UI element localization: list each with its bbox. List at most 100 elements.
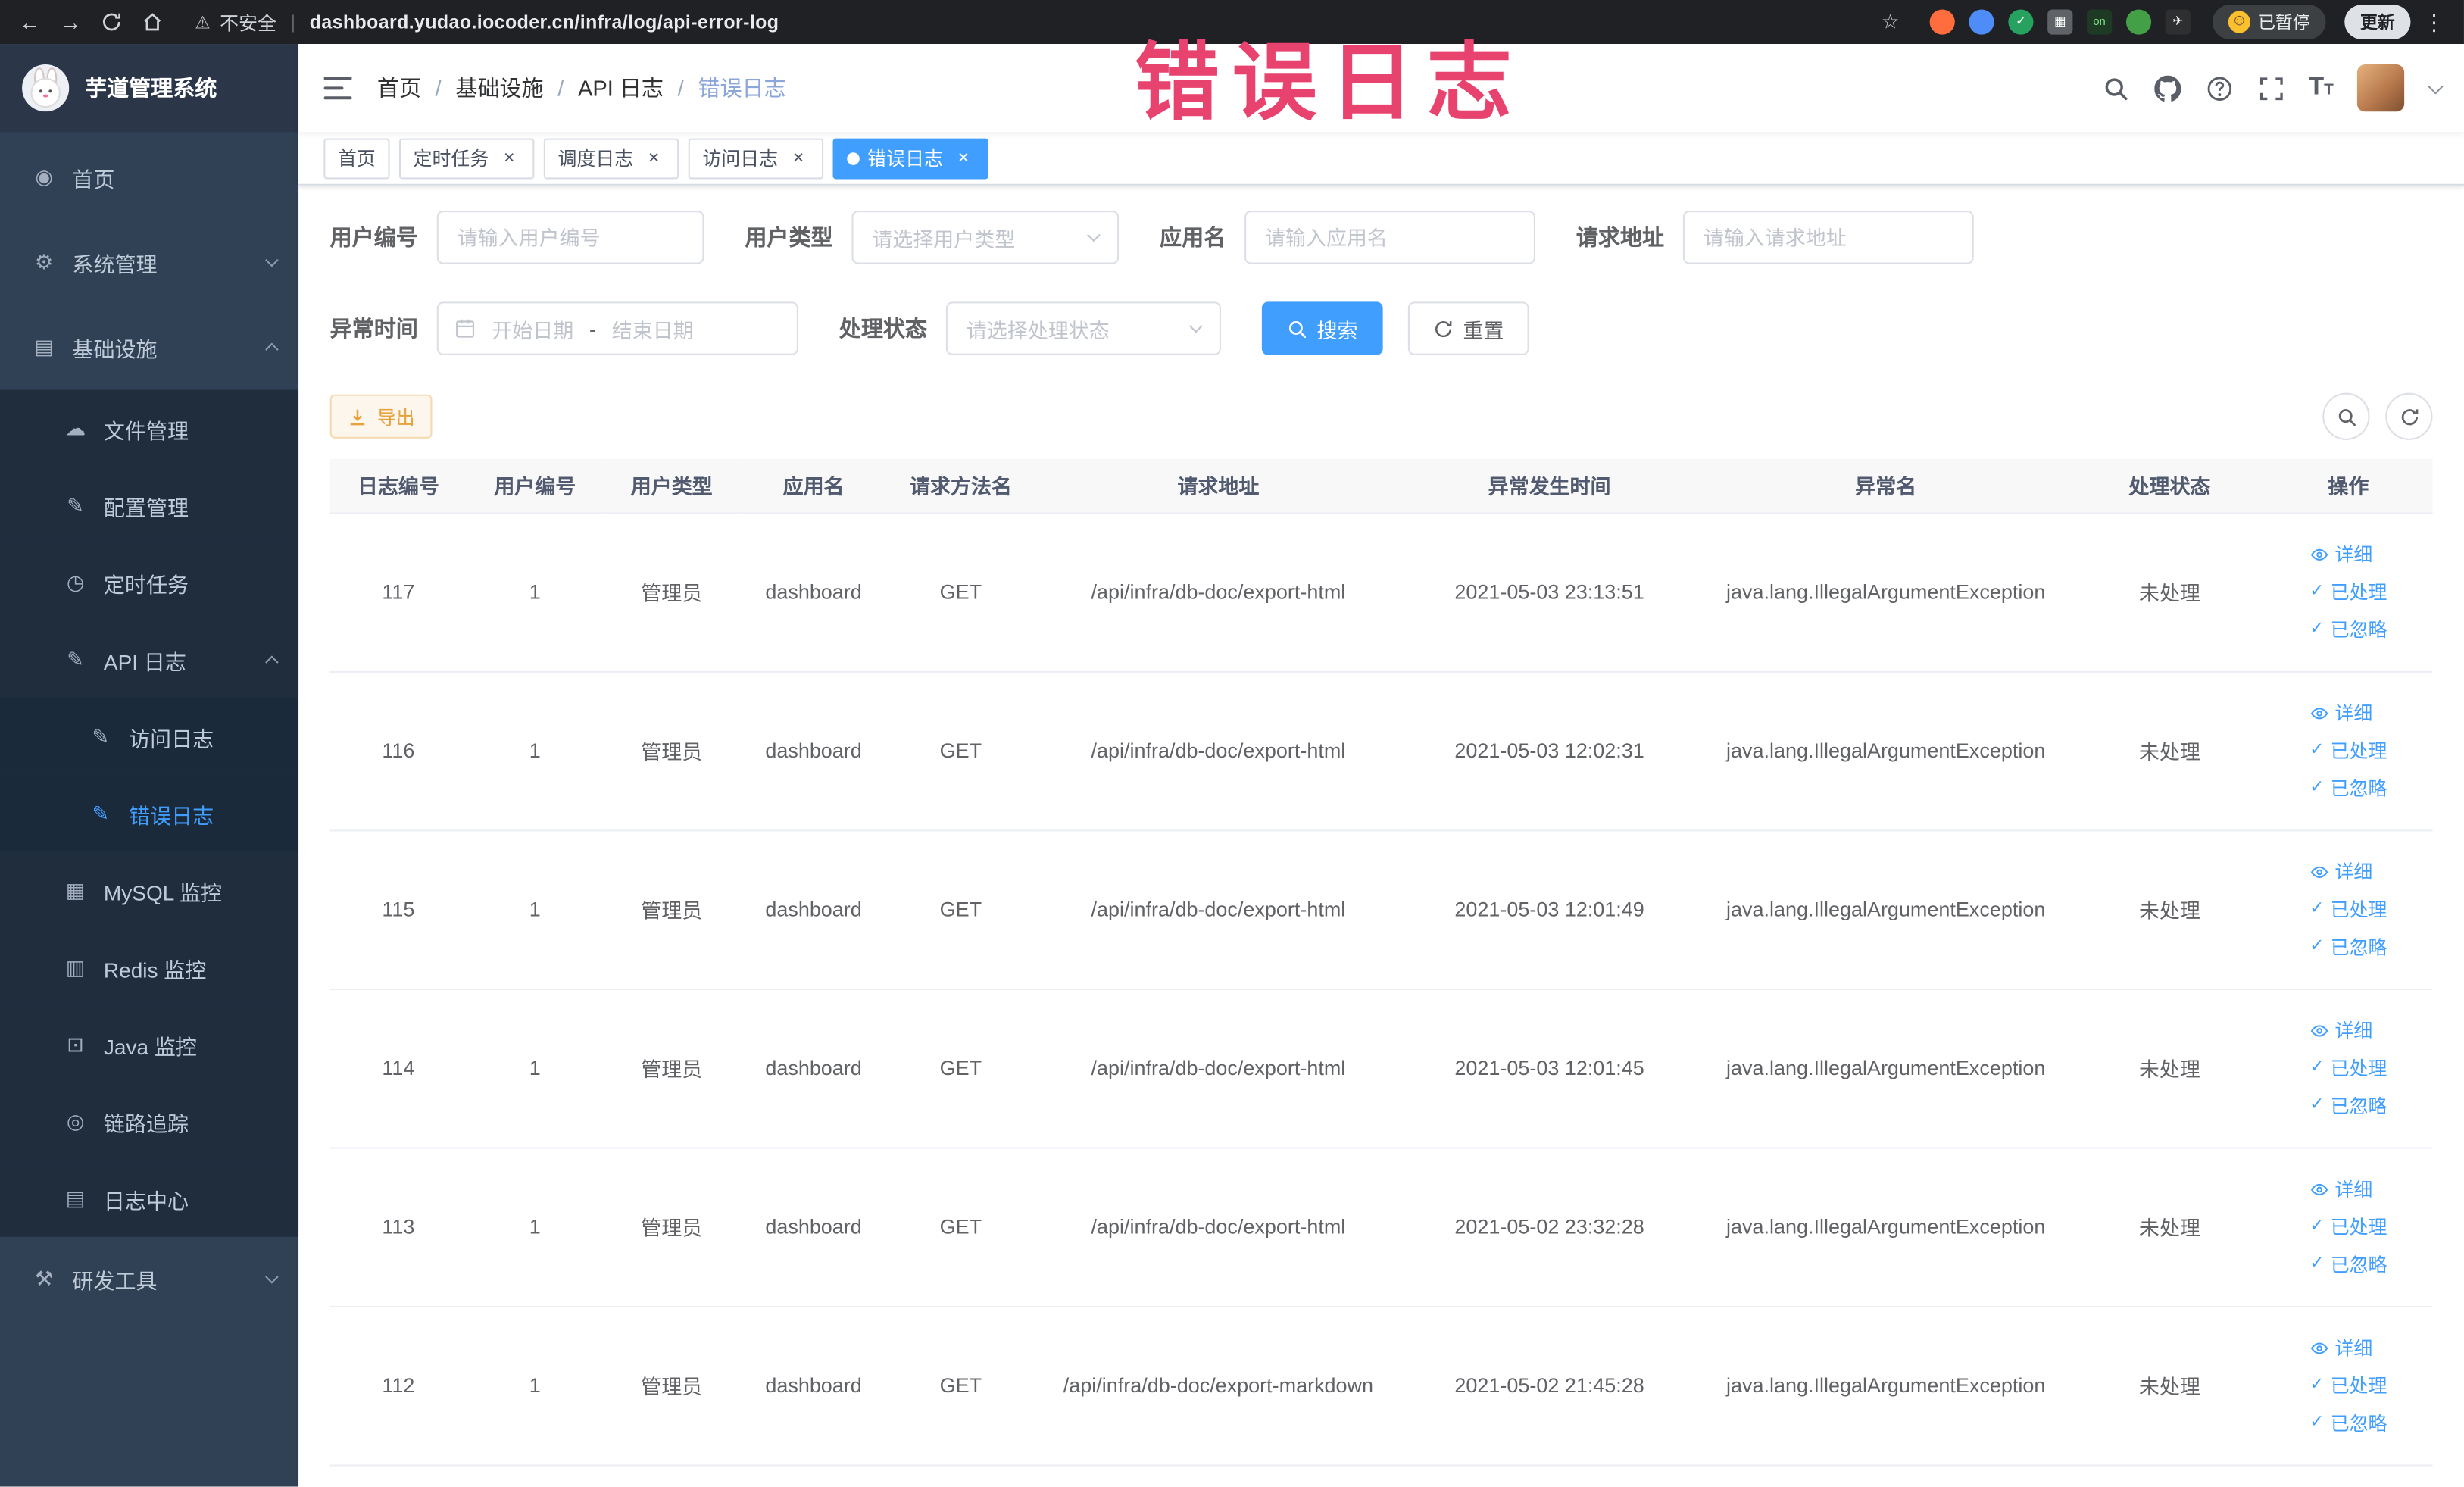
mark-ignored-link[interactable]: ✓ 已忽略 <box>2309 775 2387 801</box>
app-name-cell: dashboard <box>739 670 888 831</box>
browser-menu-icon[interactable]: ⋮ <box>2417 5 2452 39</box>
request-url-cell: /api/infra/db-doc/export-markdown <box>1034 1305 1403 1466</box>
actions-cell: 详细 ✓ 已处理 ✓ 已忽略 <box>2264 670 2433 831</box>
exception-time-label: 异常时间 <box>329 315 418 342</box>
sidebar-item-java-monitor[interactable]: ⊡ Java 监控 <box>0 1005 299 1083</box>
stack-icon: ▥ <box>65 954 86 979</box>
help-icon[interactable] <box>2205 74 2233 102</box>
fullscreen-icon[interactable] <box>2256 74 2284 102</box>
sidebar-item-system[interactable]: ⚙ 系统管理 <box>0 220 298 305</box>
reload-button[interactable] <box>94 5 129 39</box>
mark-ignored-link[interactable]: ✓ 已忽略 <box>2309 933 2387 960</box>
forward-button[interactable]: → <box>54 5 89 39</box>
bookmark-star-icon[interactable]: ☆ <box>1873 5 1908 39</box>
toggle-search-button[interactable] <box>2322 392 2370 440</box>
extension-green-check-icon[interactable]: ✓ <box>2008 9 2034 35</box>
app-logo[interactable]: 芋道管理系统 <box>0 44 299 133</box>
mark-processed-link[interactable]: ✓ 已处理 <box>2309 1214 2387 1240</box>
detail-link[interactable]: 详细 <box>2309 699 2372 726</box>
home-button[interactable] <box>135 5 170 39</box>
actions-cell: 详细 ✓ 已处理 ✓ 已忽略 <box>2264 1305 2433 1466</box>
process-status-select[interactable]: 请选择处理状态 <box>945 301 1221 355</box>
extension-leaf-icon[interactable] <box>2125 9 2152 35</box>
mark-processed-link[interactable]: ✓ 已处理 <box>2309 578 2387 604</box>
warning-icon: ⚠ <box>195 13 211 33</box>
chevron-up-icon <box>265 654 279 669</box>
exception-time-range[interactable]: 开始日期 - 结束日期 <box>436 301 798 355</box>
sidebar-item-file-manage[interactable]: ☁ 文件管理 <box>0 389 299 467</box>
sidebar-toggle-icon[interactable] <box>323 76 352 101</box>
close-icon[interactable]: × <box>952 146 974 169</box>
export-button[interactable]: 导出 <box>329 394 433 439</box>
extension-blue-drop-icon[interactable] <box>1969 9 1994 35</box>
calendar-icon <box>454 317 476 339</box>
detail-link[interactable]: 详细 <box>2309 1176 2372 1202</box>
sidebar-item-mysql-monitor[interactable]: ▦ MySQL 监控 <box>0 851 299 929</box>
refresh-button[interactable] <box>2385 392 2433 440</box>
font-size-icon[interactable]: TT <box>2309 74 2334 102</box>
sidebar-item-access-log[interactable]: ✎ 访问日志 <box>0 698 299 775</box>
mark-processed-link[interactable]: ✓ 已处理 <box>2309 1372 2387 1398</box>
sidebar-item-log-center[interactable]: ▤ 日志中心 <box>0 1160 299 1237</box>
user-id-input[interactable] <box>436 210 704 264</box>
profile-paused-badge[interactable]: ☺ 已暂停 <box>2213 5 2326 39</box>
mark-processed-link[interactable]: ✓ 已处理 <box>2309 896 2387 923</box>
update-button[interactable]: 更新 <box>2344 5 2411 39</box>
user-avatar[interactable] <box>2356 64 2405 112</box>
extension-plane-icon[interactable]: ✈ <box>2165 9 2191 35</box>
breadcrumb-item[interactable]: API 日志 <box>578 72 664 103</box>
breadcrumb-item: 错误日志 <box>698 75 786 101</box>
detail-link[interactable]: 详细 <box>2309 858 2372 885</box>
tab-item-4[interactable]: 错误日志 × <box>832 137 989 179</box>
mark-processed-link[interactable]: ✓ 已处理 <box>2309 737 2387 764</box>
sidebar-item-label: 研发工具 <box>72 1270 158 1294</box>
eye-icon <box>2309 1179 2328 1198</box>
extension-on-badge-icon[interactable]: on <box>2087 9 2113 35</box>
mark-ignored-link[interactable]: ✓ 已忽略 <box>2309 1251 2387 1277</box>
hammer-icon: ⚒ <box>34 1267 54 1291</box>
table-body: 117 1 管理员 dashboard GET/api/infra/db-doc/exp… <box>329 512 2433 1466</box>
app-name-input[interactable] <box>1244 210 1535 264</box>
search-button[interactable]: 搜索 <box>1261 301 1383 355</box>
app-name-cell: dashboard <box>739 512 888 672</box>
extension-apps-grid-icon[interactable]: ▦ <box>2047 9 2073 35</box>
sidebar-item-infra[interactable]: ▤ 基础设施 <box>0 305 298 389</box>
column-header: 异常发生时间 <box>1402 458 1697 514</box>
sidebar-item-home[interactable]: ◉ 首页 <box>0 135 298 220</box>
sidebar-item-trace[interactable]: ◎ 链路追踪 <box>0 1082 299 1161</box>
address-bar[interactable]: ⚠ 不安全 | dashboard.yudao.iocoder.cn/infra… <box>176 8 1866 35</box>
close-icon[interactable]: × <box>643 146 665 169</box>
sidebar-item-api-log[interactable]: ✎ API 日志 <box>0 620 299 698</box>
sidebar-item-error-log[interactable]: ✎ 错误日志 <box>0 774 299 852</box>
chevron-down-icon[interactable] <box>2428 77 2444 94</box>
mark-ignored-link[interactable]: ✓ 已忽略 <box>2309 1410 2387 1436</box>
sidebar-item-config-manage[interactable]: ✎ 配置管理 <box>0 467 299 544</box>
sidebar-item-dev-tools[interactable]: ⚒ 研发工具 <box>0 1237 298 1322</box>
tab-item-1[interactable]: 定时任务 × <box>398 137 535 179</box>
breadcrumb-item[interactable]: 基础设施 <box>455 72 543 103</box>
tab-item-2[interactable]: 调度日志 × <box>543 137 679 179</box>
user-type-select[interactable]: 请选择用户类型 <box>851 210 1120 264</box>
breadcrumb-item[interactable]: 首页 <box>377 72 421 103</box>
detail-link[interactable]: 详细 <box>2309 1017 2372 1043</box>
extension-orange-icon[interactable] <box>1929 9 1955 35</box>
tab-item-0[interactable]: 首页 <box>323 137 390 179</box>
request-url-input[interactable] <box>1682 210 1974 264</box>
mark-ignored-link[interactable]: ✓ 已忽略 <box>2309 1092 2387 1119</box>
sidebar-item-label: MySQL 监控 <box>103 880 223 904</box>
tab-item-3[interactable]: 访问日志 × <box>688 137 824 179</box>
sidebar-item-label: 日志中心 <box>103 1189 189 1213</box>
close-icon[interactable]: × <box>788 146 810 169</box>
reset-button[interactable]: 重置 <box>1407 301 1529 355</box>
mark-ignored-link[interactable]: ✓ 已忽略 <box>2309 616 2387 642</box>
search-icon[interactable] <box>2101 74 2129 102</box>
app-name-label: 应用名 <box>1160 224 1226 250</box>
back-button[interactable]: ← <box>13 5 48 39</box>
mark-processed-link[interactable]: ✓ 已处理 <box>2309 1054 2387 1081</box>
github-icon[interactable] <box>2153 74 2181 102</box>
detail-link[interactable]: 详细 <box>2309 1334 2372 1360</box>
sidebar-item-scheduled-job[interactable]: ◷ 定时任务 <box>0 543 299 621</box>
sidebar-item-redis-monitor[interactable]: ▥ Redis 监控 <box>0 929 299 1006</box>
close-icon[interactable]: × <box>498 146 520 169</box>
detail-link[interactable]: 详细 <box>2309 541 2372 567</box>
